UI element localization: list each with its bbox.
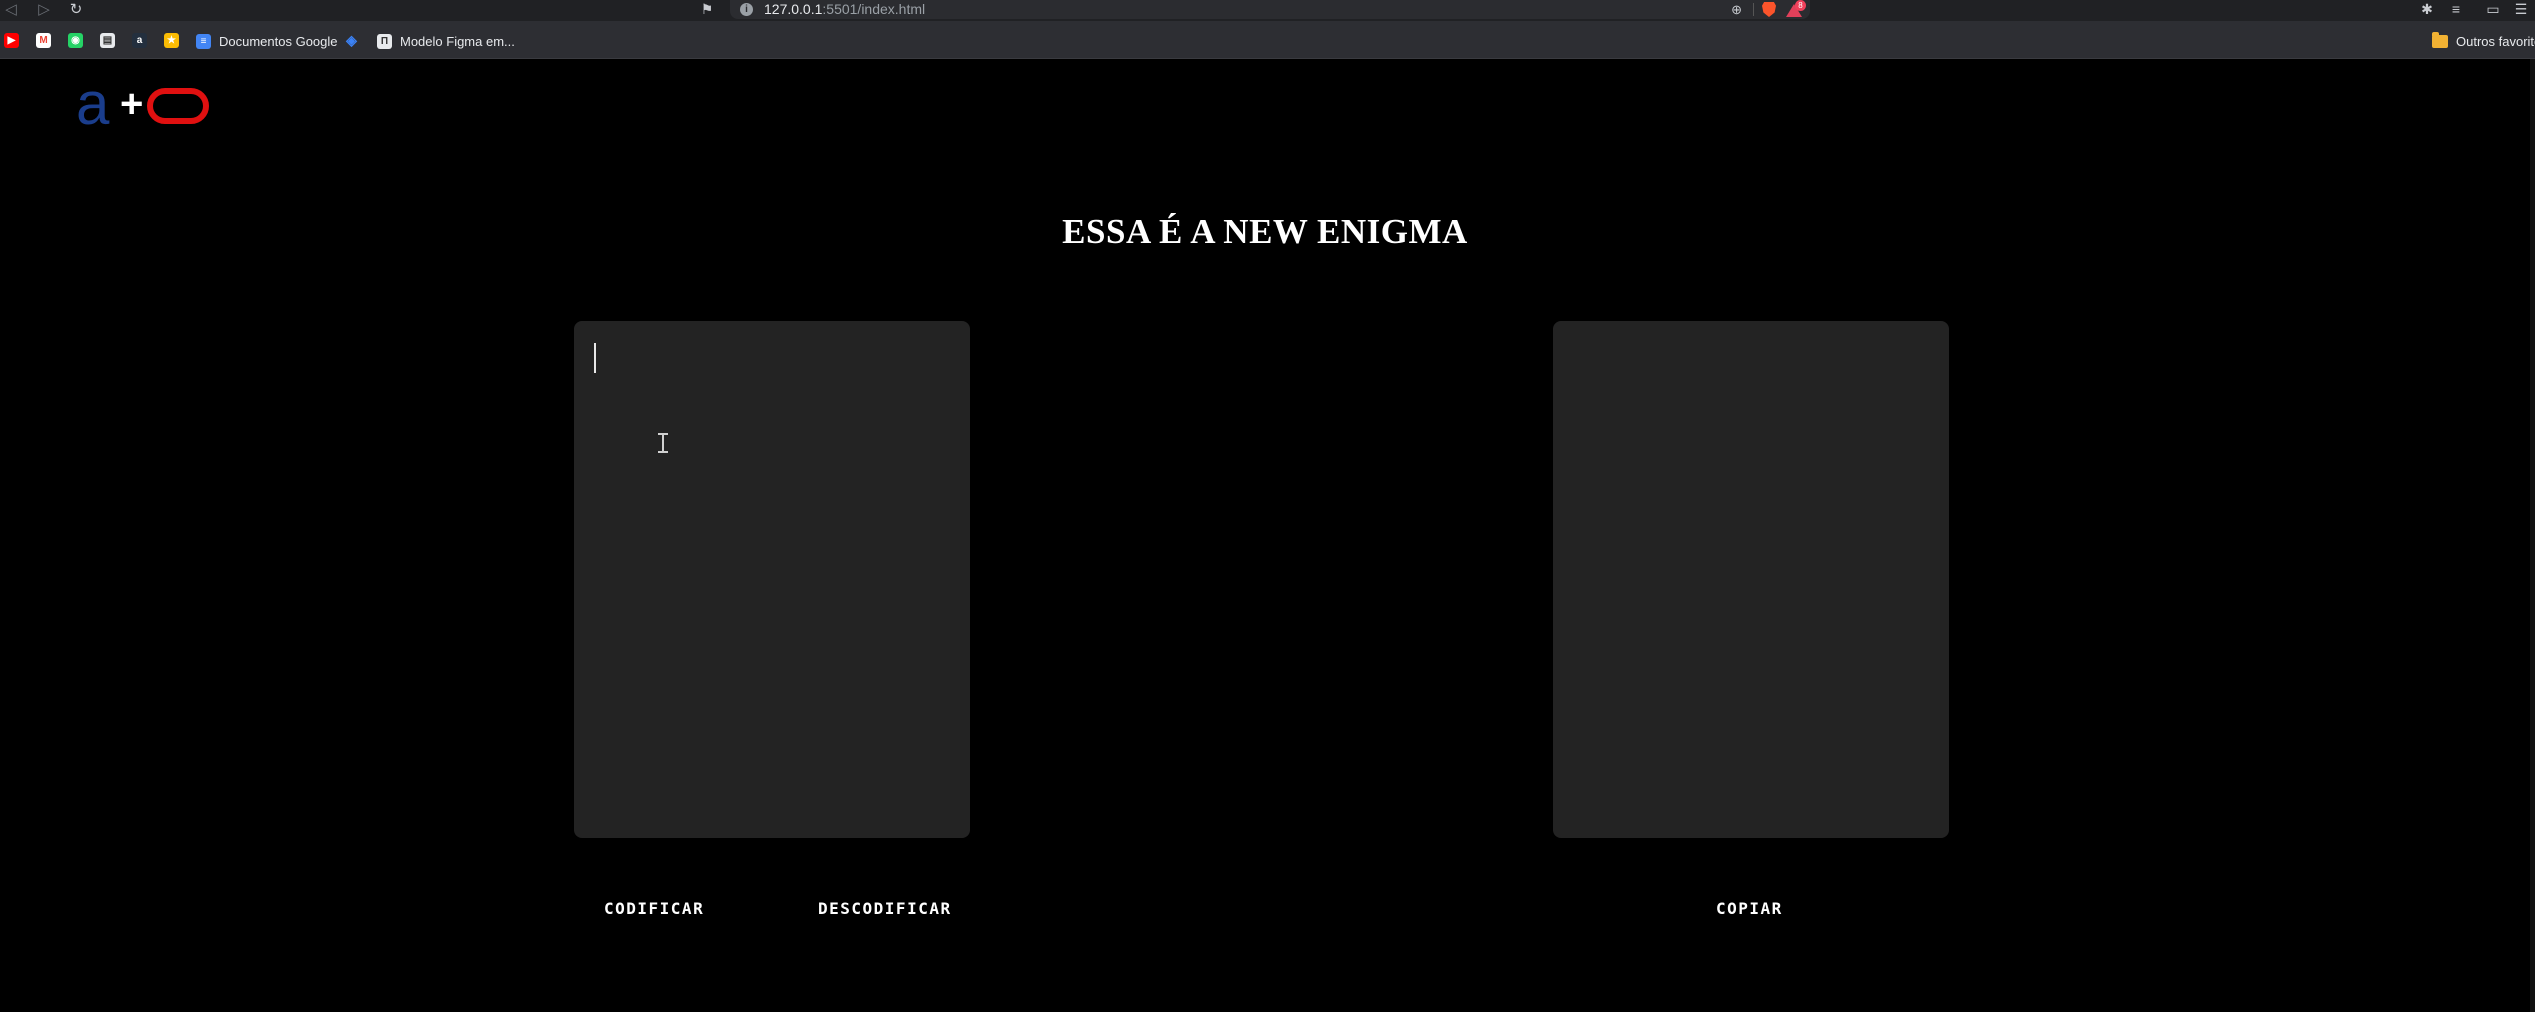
youtube-icon[interactable]: ▶ <box>4 33 19 48</box>
reading-list-icon[interactable]: ≡ <box>2445 0 2467 20</box>
brave-shields-icon[interactable] <box>1762 2 1776 17</box>
zoom-icon[interactable]: ⊕ <box>1731 1 1742 18</box>
address-host: 127.0.0.1 <box>764 1 823 17</box>
address-divider <box>1753 3 1754 16</box>
vscode-icon[interactable]: ◈ <box>344 33 359 48</box>
docs-icon: ≡ <box>196 33 211 49</box>
template-icon: Π <box>377 33 392 49</box>
bookmark-outros-favoritos[interactable]: Outros favoritos <box>2432 31 2535 51</box>
logo-ring <box>147 88 209 124</box>
logo-letter-a: a <box>76 70 110 137</box>
encode-button[interactable]: CODIFICAR <box>604 895 704 923</box>
bookmarks-bar: ▶ M ◉ ▤ a ★ ≡ Documentos Google ◈ Π Mode… <box>0 21 2535 59</box>
back-icon[interactable]: ◁ <box>0 0 22 20</box>
logo: a + <box>76 74 212 134</box>
bookmark-label: Modelo Figma em... <box>400 33 515 49</box>
text-caret <box>594 343 596 373</box>
rewards-badge: 8 <box>1795 0 1806 11</box>
logo-plus: + <box>120 82 144 126</box>
address-path: :5501/index.html <box>822 1 926 17</box>
page-title: ESSA É A NEW ENIGMA <box>1062 212 1468 251</box>
address-url[interactable]: 127.0.0.1:5501/index.html <box>764 1 925 18</box>
copy-button[interactable]: COPIAR <box>1716 895 1783 923</box>
page-icon[interactable]: ▤ <box>100 33 115 48</box>
output-textarea[interactable] <box>1553 321 1949 838</box>
input-textarea[interactable] <box>574 321 970 838</box>
keep-icon[interactable]: ★ <box>164 33 179 48</box>
extensions-icon[interactable]: ✱ <box>2416 0 2438 20</box>
amazon-icon[interactable]: a <box>132 33 147 48</box>
menu-icon[interactable]: ☰ <box>2510 0 2532 20</box>
bookmark-this-page-icon[interactable]: ⚑ <box>697 0 717 20</box>
bookmark-modelo-figma[interactable]: Π Modelo Figma em... <box>377 31 515 51</box>
reload-icon[interactable]: ↻ <box>65 0 87 20</box>
gmail-icon[interactable]: M <box>36 33 51 48</box>
folder-icon <box>2432 31 2448 48</box>
bookmark-documentos-google[interactable]: ≡ Documentos Google <box>196 31 338 51</box>
site-info-icon[interactable]: i <box>740 3 753 16</box>
text-cursor-icon <box>658 433 668 453</box>
brave-rewards-icon[interactable]: 8 <box>1786 0 1806 17</box>
page-scrollbar[interactable] <box>2530 59 2535 1012</box>
wallet-icon[interactable]: ▭ <box>2482 0 2504 20</box>
forward-icon[interactable]: ▷ <box>33 0 55 20</box>
address-bar[interactable]: i 127.0.0.1:5501/index.html ⊕ 8 <box>730 0 1810 19</box>
bookmark-label: Documentos Google <box>219 33 338 49</box>
whatsapp-icon[interactable]: ◉ <box>68 33 83 48</box>
bookmark-label: Outros favoritos <box>2456 33 2535 49</box>
decode-button[interactable]: DESCODIFICAR <box>818 895 952 923</box>
browser-toolbar: ◁ ▷ ↻ ⚑ i 127.0.0.1:5501/index.html ⊕ 8 … <box>0 0 2535 21</box>
